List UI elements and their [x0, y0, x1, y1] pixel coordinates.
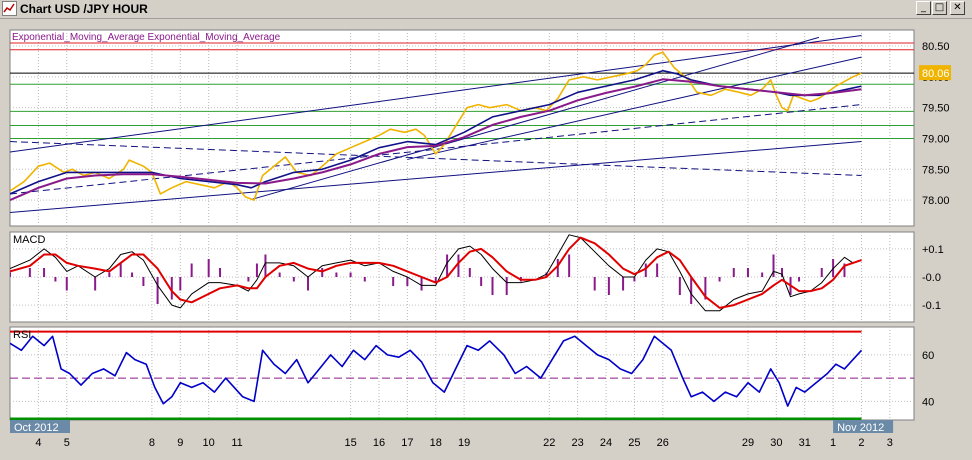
x-tick-label: 18 — [430, 437, 442, 449]
panel-frame — [9, 29, 915, 227]
rsi-panel-label: RSI — [13, 329, 31, 341]
panel-frame — [9, 326, 915, 421]
chart-app-icon — [2, 1, 17, 16]
x-tick-label: 23 — [572, 437, 584, 449]
close-button[interactable]: ✕ — [950, 1, 965, 15]
y-tick-label: 80.50 — [922, 41, 950, 53]
x-tick-label: 22 — [543, 437, 555, 449]
title-bar[interactable]: Chart USD /JPY HOUR _ □ ✕ — [0, 0, 972, 19]
current-price-label: 80.06 — [922, 68, 950, 80]
y-tick-label: 78.00 — [922, 195, 950, 207]
minimize-icon: _ — [921, 2, 926, 13]
maximize-icon: □ — [934, 2, 945, 13]
y-tick-label: -0.0 — [922, 272, 941, 284]
window-title: Chart USD /JPY HOUR — [20, 2, 148, 16]
indicator-annotation: Exponential_Moving_Average Exponential_M… — [12, 32, 281, 43]
x-tick-label: 3 — [887, 437, 893, 449]
y-tick-label: 40 — [922, 396, 934, 408]
x-tick-label: 30 — [770, 437, 782, 449]
month-badge-label: Oct 2012 — [14, 422, 59, 434]
y-tick-label: 79.50 — [922, 103, 950, 115]
x-tick-label: 11 — [231, 437, 242, 449]
x-tick-label: 10 — [203, 437, 215, 449]
y-tick-label: -0.1 — [922, 300, 941, 312]
x-tick-label: 31 — [799, 437, 811, 449]
x-tick-label: 5 — [64, 437, 70, 449]
month-badge-label: Nov 2012 — [837, 422, 884, 434]
maximize-button[interactable]: □ — [932, 1, 947, 15]
x-tick-label: 9 — [177, 437, 183, 449]
minimize-button[interactable]: _ — [916, 1, 931, 15]
y-tick-label: 78.50 — [922, 164, 950, 176]
chart-canvas: 80.5080.0079.5079.0078.5078.00+0.1-0.0-0… — [9, 29, 951, 449]
x-tick-label: 2 — [858, 437, 864, 449]
x-tick-label: 29 — [742, 437, 754, 449]
y-tick-label: 79.00 — [922, 133, 950, 145]
x-tick-label: 24 — [600, 437, 612, 449]
x-tick-label: 8 — [149, 437, 155, 449]
x-tick-label: 26 — [657, 437, 669, 449]
x-tick-label: 17 — [401, 437, 413, 449]
y-tick-label: +0.1 — [922, 244, 944, 256]
x-tick-label: 16 — [373, 437, 385, 449]
x-tick-label: 4 — [35, 437, 41, 449]
macd-panel-label: MACD — [13, 234, 45, 246]
x-tick-label: 25 — [628, 437, 640, 449]
chart-window: Chart USD /JPY HOUR _ □ ✕ 80.5080.0079.5… — [0, 0, 972, 460]
x-tick-label: 1 — [830, 437, 836, 449]
x-tick-label: 15 — [344, 437, 356, 449]
close-icon: ✕ — [953, 2, 962, 13]
y-tick-label: 60 — [922, 350, 934, 362]
x-tick-label: 19 — [458, 437, 470, 449]
